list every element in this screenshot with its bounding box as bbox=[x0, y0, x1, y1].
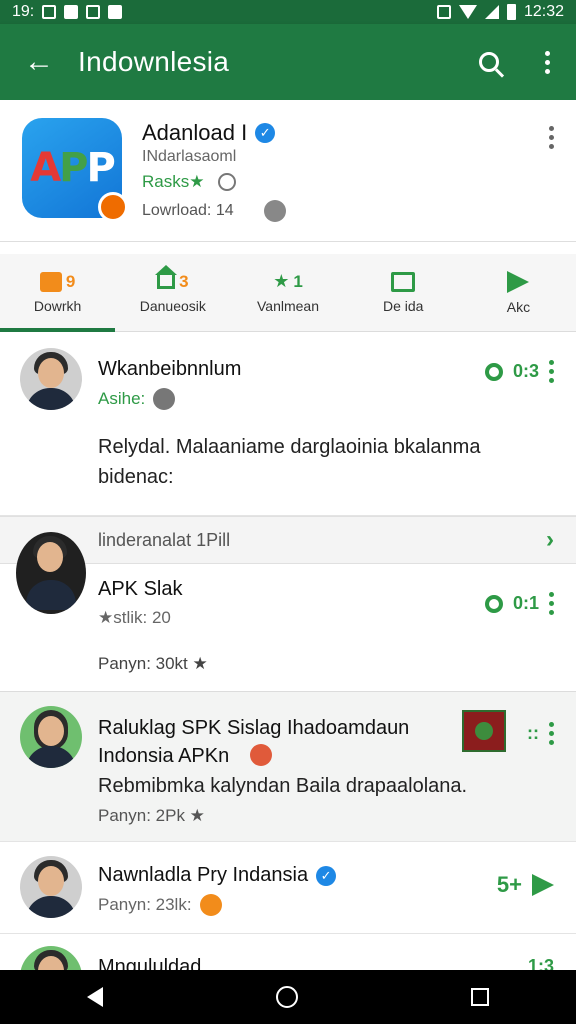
section-title: linderanalat 1Pill bbox=[98, 529, 231, 550]
app-downloads: Lowrload: 14 bbox=[142, 202, 234, 219]
app-name: Adanload I bbox=[142, 120, 248, 145]
nav-home-icon[interactable] bbox=[275, 986, 298, 1008]
item-body: Relydal. Malaaniame darglaoinia bkalanma… bbox=[98, 436, 481, 488]
card-icon bbox=[86, 5, 101, 19]
list-item[interactable]: Raluklag SPK Sislag Ihadoamdaun Indonsia… bbox=[0, 692, 576, 842]
list-item[interactable]: Mngululdad 1:3 bbox=[0, 934, 576, 970]
more-vert-icon[interactable] bbox=[549, 722, 554, 745]
tab-home[interactable]: 3 Danueosik bbox=[115, 254, 230, 331]
app-rating: Rasks★ bbox=[142, 172, 205, 191]
download-icon bbox=[108, 5, 123, 19]
status-clock-left: 19: bbox=[12, 3, 35, 20]
globe-icon[interactable] bbox=[263, 200, 286, 222]
app-bar: ← Indownlesia bbox=[0, 24, 576, 100]
settings-icon bbox=[484, 594, 503, 613]
avatar[interactable] bbox=[20, 946, 82, 970]
review-list[interactable]: Wkanbeibnnlum Asihe: Relydal. Malaaniame… bbox=[0, 332, 576, 970]
arrow-icon bbox=[507, 270, 530, 293]
notification-icon bbox=[64, 5, 79, 19]
list-item[interactable]: Wkanbeibnnlum Asihe: Relydal. Malaaniame… bbox=[0, 332, 576, 516]
nav-recents-icon[interactable] bbox=[471, 988, 490, 1006]
list-item[interactable]: Nawnladla Pry Indansia ✓ Panyn: 23lk: 5+ bbox=[0, 842, 576, 934]
more-vert-icon bbox=[544, 50, 550, 74]
tab-count: 9 bbox=[65, 271, 76, 291]
item-badge: 1:3 bbox=[527, 956, 554, 970]
verified-icon: ✓ bbox=[316, 865, 337, 886]
image-icon bbox=[42, 5, 57, 19]
item-title: Raluklag SPK Sislag Ihadoamdaun Indonsia… bbox=[98, 717, 410, 767]
status-bar: 19: 12:32 bbox=[0, 0, 576, 24]
wifi-icon bbox=[458, 5, 477, 19]
overflow-menu-button[interactable] bbox=[518, 50, 576, 74]
avatar[interactable] bbox=[20, 348, 82, 410]
item-subtitle: ★stlik: 20 bbox=[98, 608, 171, 627]
system-nav-bar bbox=[0, 970, 576, 1024]
chevron-right-icon[interactable]: › bbox=[546, 526, 554, 554]
app-developer[interactable]: INdarlasaoml bbox=[142, 148, 236, 166]
star-icon: ★ bbox=[273, 271, 290, 291]
item-subtitle: Asihe: bbox=[98, 389, 146, 408]
item-title: Wkanbeibnnlum bbox=[98, 358, 242, 380]
app-icon-letter-a: A bbox=[30, 145, 61, 191]
globe-icon bbox=[153, 388, 176, 410]
update-badge-icon bbox=[98, 192, 128, 222]
item-badge: 5+ bbox=[496, 872, 522, 897]
section-header[interactable]: linderanalat 1Pill › bbox=[0, 516, 576, 564]
status-time: 12:32 bbox=[523, 3, 564, 20]
badge-icon bbox=[250, 744, 272, 766]
item-subtitle: Panyn: 2Pk ★ bbox=[98, 806, 205, 825]
app-header-card[interactable]: APP Adanload I ✓ INdarlasaoml Rasks★ Low… bbox=[0, 100, 576, 242]
avatar[interactable] bbox=[20, 856, 82, 918]
app-icon[interactable]: APP bbox=[22, 118, 128, 222]
item-badge: :: bbox=[527, 723, 539, 743]
info-icon[interactable] bbox=[218, 173, 237, 191]
verified-icon: ✓ bbox=[255, 123, 276, 143]
page-title: Indownlesia bbox=[78, 46, 230, 77]
message-icon bbox=[391, 271, 416, 292]
avatar[interactable] bbox=[20, 706, 82, 768]
tab-count: 1 bbox=[293, 271, 303, 291]
badge-icon bbox=[199, 894, 222, 916]
item-body: Rebmibmka kalyndan Baila drapaalolana. bbox=[98, 775, 468, 797]
arrow-icon[interactable] bbox=[532, 874, 554, 896]
item-title: Nawnladla Pry Indansia bbox=[98, 864, 309, 886]
item-subtitle: Panyn: 23lk: bbox=[98, 895, 192, 914]
item-body: Panyn: 30kt ★ bbox=[98, 654, 208, 673]
signal-icon bbox=[484, 5, 499, 19]
tab-label: Danueosik bbox=[139, 297, 206, 314]
search-icon bbox=[479, 52, 499, 72]
more-vert-icon[interactable] bbox=[549, 360, 554, 383]
nav-back-icon[interactable] bbox=[86, 987, 103, 1007]
item-title: APK Slak bbox=[98, 578, 183, 600]
app-icon-letter-p: P bbox=[59, 145, 88, 191]
item-badge: 0:3 bbox=[512, 361, 539, 381]
avatar[interactable] bbox=[16, 532, 86, 614]
tab-count: 3 bbox=[179, 271, 189, 291]
battery-icon bbox=[506, 4, 516, 20]
list-item[interactable]: APK Slak ★stlik: 20 Panyn: 30kt ★ 0:1 bbox=[0, 532, 576, 692]
tab-download[interactable]: 9 Dowrkh bbox=[0, 254, 116, 332]
settings-icon bbox=[484, 362, 503, 381]
tab-label: Dowrkh bbox=[33, 297, 82, 314]
tab-share[interactable]: Akc bbox=[461, 254, 576, 331]
item-title: Mngululdad bbox=[98, 956, 202, 970]
search-button[interactable] bbox=[460, 52, 518, 72]
vibrate-icon bbox=[436, 5, 451, 19]
thumb-up-icon bbox=[39, 271, 62, 292]
tab-label: De ida bbox=[382, 297, 424, 314]
app-more-icon[interactable] bbox=[549, 126, 554, 149]
item-badge: 0:1 bbox=[512, 593, 539, 613]
app-icon-letter-arrow: P bbox=[86, 145, 115, 191]
tab-bar: 9 Dowrkh 3 Danueosik ★ 1 Vanlmean De ida … bbox=[0, 254, 576, 332]
tab-star[interactable]: ★ 1 Vanlmean bbox=[230, 254, 345, 331]
tab-label: Vanlmean bbox=[257, 298, 320, 314]
more-vert-icon[interactable] bbox=[549, 592, 554, 615]
brand-logo-icon bbox=[462, 710, 506, 752]
tab-label: Akc bbox=[506, 298, 531, 315]
back-arrow-icon[interactable]: ← bbox=[0, 45, 78, 79]
tab-message[interactable]: De ida bbox=[346, 254, 461, 331]
home-icon bbox=[155, 264, 178, 289]
